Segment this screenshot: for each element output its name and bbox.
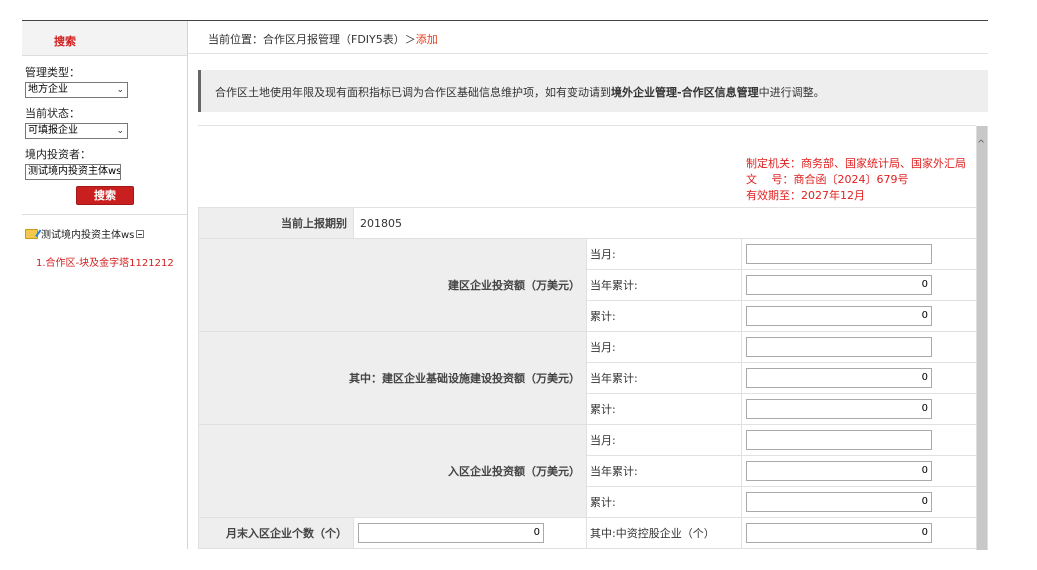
main-content: 当前位置：合作区月报管理（FDIY5表）＞添加 合作区土地使用年限及现有面积指标… [188, 21, 988, 550]
status-label: 当前状态： [25, 107, 80, 120]
sidebar-divider [22, 214, 188, 215]
field-cell [740, 424, 978, 456]
notice-banner: 合作区土地使用年限及现有面积指标已调为合作区基础信息维护项，如有变动请到境外企业… [198, 70, 988, 112]
group-label: 建区企业投资额（万美元） [198, 238, 587, 332]
tree-root-item[interactable]: 测试境内投资主体ws [25, 226, 145, 241]
amount-input[interactable] [746, 430, 932, 450]
sidebar-filter-form: 管理类型： 地方企业 ⌄ 当前状态： 可填报企业 ⌄ 境内投资者： 测试境内投资… [22, 56, 187, 205]
sidebar-title: 搜索 [54, 35, 76, 48]
field-cell: 0 [740, 517, 978, 549]
report-table: 当前上报期别 201805 建区企业投资额（万美元） 当月: 当年累计: 0 累计: 0 其… [198, 207, 978, 549]
breadcrumb-divider [188, 53, 988, 54]
field-cell: 0 [740, 455, 978, 487]
tree-root-label: 测试境内投资主体ws [41, 230, 135, 241]
regulator-doc-number: 文 号：商合函〔2024〕679号 [746, 173, 909, 186]
field-cell: 0 [740, 486, 978, 518]
search-button[interactable]: 搜索 [76, 186, 134, 205]
mgmt-type-label: 管理类型： [25, 66, 80, 79]
field-label: 当月: [586, 331, 742, 363]
field-cell: 0 [740, 300, 978, 332]
investor-input[interactable]: 测试境内投资主体ws [25, 164, 121, 180]
notice-text-before: 合作区土地使用年限及现有面积指标已调为合作区基础信息维护项，如有变动请到 [215, 86, 611, 99]
chinese-controlled-input[interactable]: 0 [746, 523, 932, 543]
mgmt-type-value: 地方企业 [28, 84, 68, 95]
scrollbar-thumb[interactable] [977, 126, 987, 550]
field-cell [740, 238, 978, 270]
table-row: 建区企业投资额（万美元） 当月: [198, 238, 978, 332]
amount-input[interactable]: 0 [746, 275, 932, 295]
amount-input[interactable]: 0 [746, 492, 932, 512]
amount-input[interactable] [746, 337, 932, 357]
mgmt-type-select[interactable]: 地方企业 ⌄ [25, 82, 128, 98]
field-cell: 0 [353, 517, 587, 549]
field-label: 当年累计: [586, 362, 742, 394]
notice-text-after: 中进行调整。 [758, 86, 825, 99]
sidebar-header: 搜索 [22, 21, 187, 56]
tree-child-item[interactable]: 1.合作区-块及金字塔1121212 [36, 254, 174, 269]
amount-input[interactable]: 0 [746, 399, 932, 419]
enterprise-count-label: 月末入区企业个数（个） [198, 517, 354, 549]
table-row: 其中：建区企业基础设施建设投资额（万美元） 当月: [198, 331, 978, 425]
amount-input[interactable]: 0 [746, 461, 932, 481]
field-label: 累计: [586, 393, 742, 425]
field-label: 当月: [586, 238, 742, 270]
field-label: 当月: [586, 424, 742, 456]
enterprise-count-input[interactable]: 0 [358, 523, 544, 543]
regulator-valid-until: 有效期至：2027年12月 [746, 189, 865, 202]
folder-icon [25, 228, 38, 239]
breadcrumb: 当前位置：合作区月报管理（FDIY5表）＞添加 [208, 31, 438, 47]
group-label: 入区企业投资额（万美元） [198, 424, 587, 518]
notice-text: 合作区土地使用年限及现有面积指标已调为合作区基础信息维护项，如有变动请到境外企业… [215, 84, 825, 100]
period-label: 当前上报期别 [198, 207, 354, 239]
chevron-down-icon: ⌄ [116, 126, 124, 136]
breadcrumb-path: 当前位置：合作区月报管理（FDIY5表）＞ [208, 33, 416, 46]
breadcrumb-current: 添加 [415, 33, 438, 46]
field-label: 当年累计: [586, 269, 742, 301]
field-label: 当年累计: [586, 455, 742, 487]
period-value: 201805 [352, 207, 978, 239]
vertical-scrollbar[interactable] [976, 126, 988, 550]
amount-input[interactable]: 0 [746, 306, 932, 326]
chinese-controlled-label: 其中:中资控股企业（个） [586, 517, 742, 549]
regulator-authority: 制定机关：商务部、国家统计局、国家外汇局 [746, 157, 966, 170]
report-form: 制定机关：商务部、国家统计局、国家外汇局 文 号：商合函〔2024〕679号 有… [198, 125, 988, 550]
amount-input[interactable] [746, 244, 932, 264]
field-label: 累计: [586, 486, 742, 518]
scroll-up-icon[interactable]: ^ [977, 139, 985, 150]
field-cell [740, 331, 978, 363]
group-label: 其中：建区企业基础设施建设投资额（万美元） [198, 331, 587, 425]
collapse-icon[interactable] [136, 229, 145, 238]
table-row: 月末入区企业个数（个） 0 其中:中资控股企业（个） 0 [198, 517, 978, 549]
field-cell: 0 [740, 269, 978, 301]
field-label: 累计: [586, 300, 742, 332]
sidebar: 搜索 管理类型： 地方企业 ⌄ 当前状态： 可填报企业 ⌄ 境内投资者： 测试境… [22, 21, 188, 549]
regulator-info: 制定机关：商务部、国家统计局、国家外汇局 文 号：商合函〔2024〕679号 有… [746, 156, 966, 204]
notice-bold-link: 境外企业管理-合作区信息管理 [611, 86, 759, 99]
investor-label: 境内投资者： [25, 148, 91, 161]
table-row: 当前上报期别 201805 [198, 207, 978, 239]
table-row: 入区企业投资额（万美元） 当月: [198, 424, 978, 518]
amount-input[interactable]: 0 [746, 368, 932, 388]
field-cell: 0 [740, 362, 978, 394]
field-cell: 0 [740, 393, 978, 425]
status-select[interactable]: 可填报企业 ⌄ [25, 123, 128, 139]
chevron-down-icon: ⌄ [116, 85, 124, 95]
status-value: 可填报企业 [28, 125, 78, 136]
